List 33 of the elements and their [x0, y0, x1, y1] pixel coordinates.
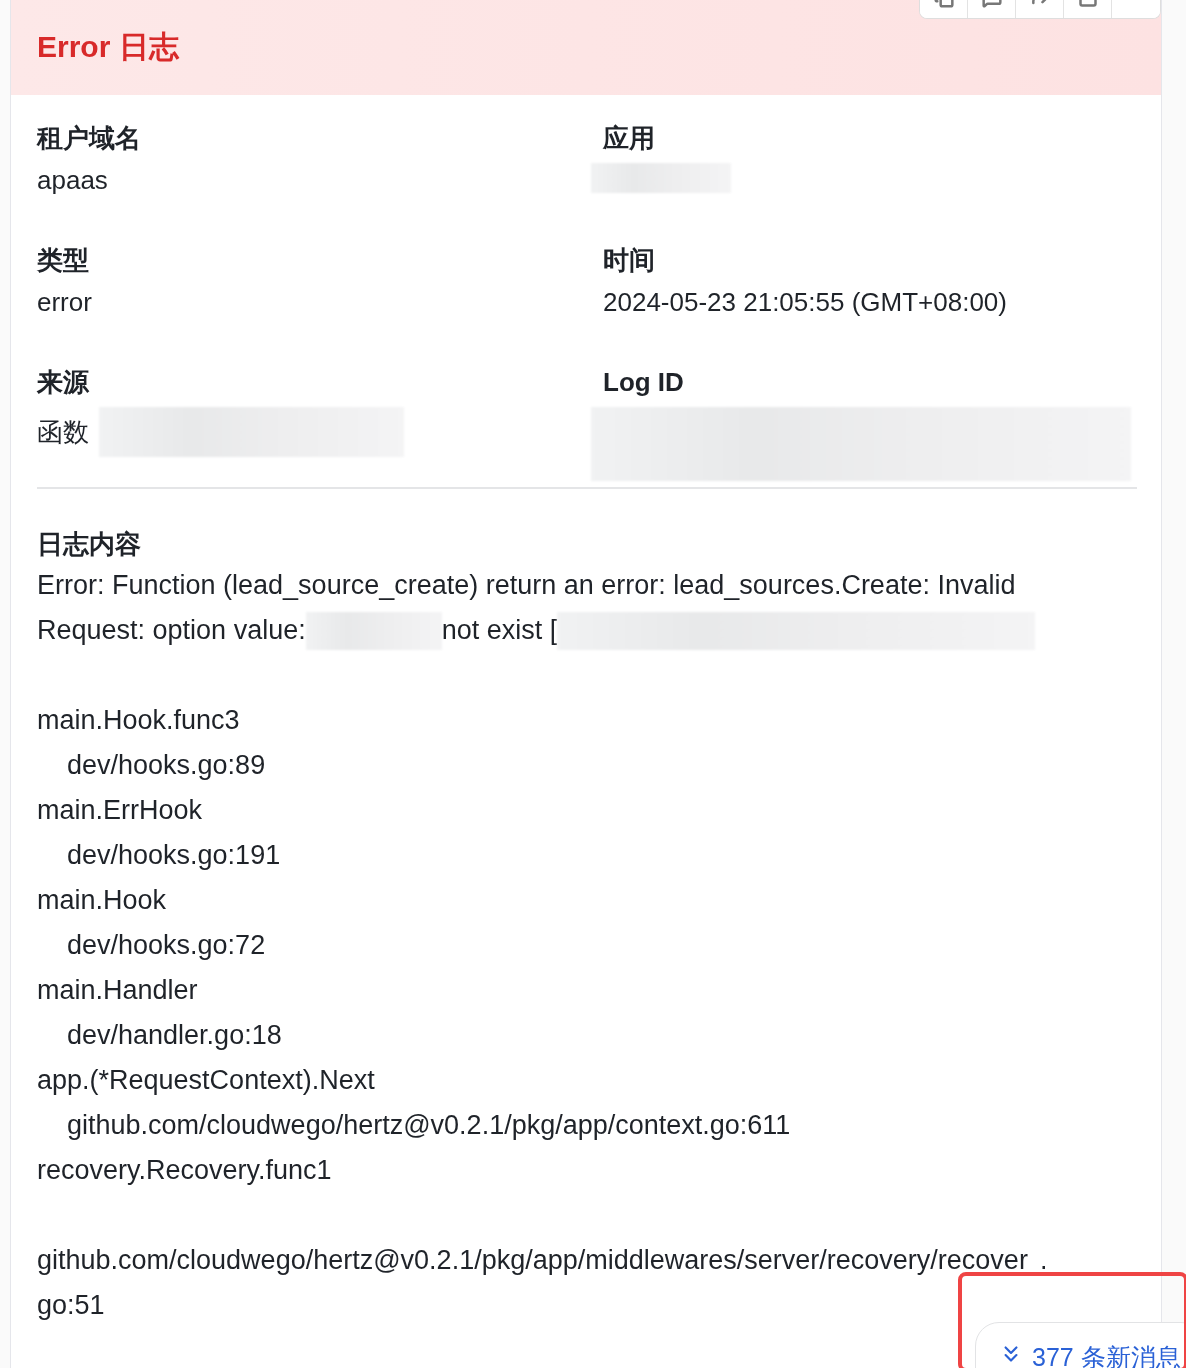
- field-label: Log ID: [603, 366, 685, 399]
- log-line: dev/hooks.go:72: [67, 929, 266, 962]
- field-value: 函数: [37, 416, 89, 449]
- copy-icon: [933, 0, 954, 8]
- log-line: go:51: [37, 1289, 105, 1322]
- log-text: .: [1039, 1244, 1048, 1277]
- log-line: app.(*RequestContext).Next: [37, 1064, 375, 1097]
- field-label: 应用: [603, 122, 656, 155]
- log-line: recovery.Recovery.func1: [37, 1154, 332, 1187]
- log-text: Request: option value:: [37, 614, 306, 647]
- field-value: apaas: [37, 164, 108, 197]
- log-line: main.Hook: [37, 884, 167, 917]
- field-value: 2024-05-23 21:05:55 (GMT+08:00): [603, 286, 1007, 319]
- log-line: main.Handler: [37, 974, 198, 1007]
- log-line: dev/handler.go:18: [67, 1019, 282, 1052]
- field-label: 类型: [37, 244, 90, 277]
- field-label: 租户域名: [37, 122, 142, 155]
- log-line: dev/hooks.go:89: [67, 749, 266, 782]
- field-label: 时间: [603, 244, 656, 277]
- log-line: dev/hooks.go:191: [67, 839, 281, 872]
- log-line: main.Hook.func3: [37, 704, 240, 737]
- log-text: Error: Function (lead_source_create) return an error: lead_sources.Create: Invalid: [37, 569, 1016, 602]
- log-line: github.com/cloudwego/hertz@v0.2.1/pkg/app/context.go:611: [67, 1109, 791, 1142]
- comment-icon: [981, 0, 1002, 8]
- field-value: error: [37, 286, 92, 319]
- panel-title: Error 日志: [37, 29, 179, 65]
- log-text: not exist [: [441, 614, 558, 647]
- box-icon: [1077, 0, 1098, 8]
- section-heading: 日志内容: [37, 528, 142, 561]
- toolbar-button[interactable]: [920, 0, 968, 18]
- log-line: main.ErrHook: [37, 794, 203, 827]
- field-label: 来源: [37, 366, 90, 399]
- log-text: github.com/cloudwego/hertz@v0.2.1/pkg/app/middlewares/server/recovery/recover: [37, 1244, 1028, 1277]
